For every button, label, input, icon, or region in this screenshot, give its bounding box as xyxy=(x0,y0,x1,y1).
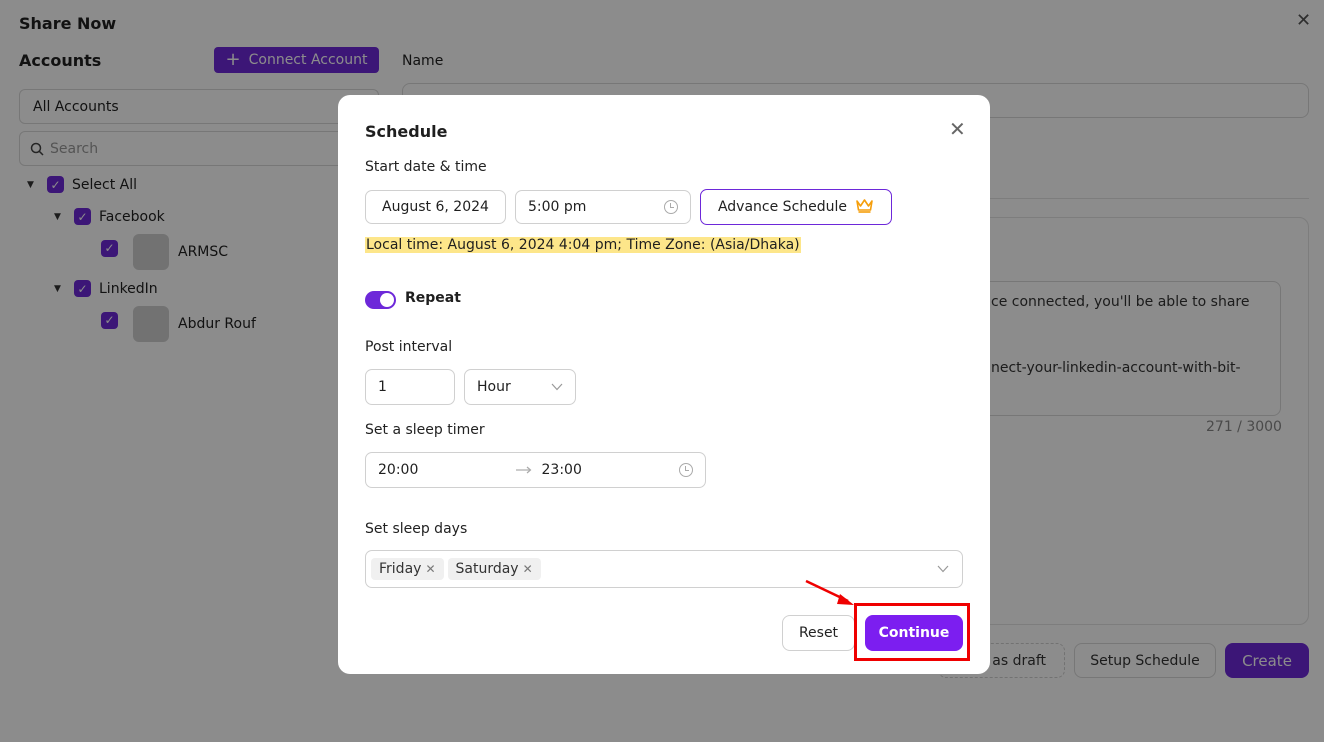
post-interval-label: Post interval xyxy=(365,339,453,355)
clock-icon xyxy=(664,200,678,214)
day-tag-label: Saturday xyxy=(455,561,519,577)
sleep-days-select[interactable]: Friday ✕ Saturday ✕ xyxy=(365,550,963,588)
chevron-down-icon xyxy=(551,380,563,394)
clock-icon xyxy=(679,463,693,477)
sleep-end[interactable]: 23:00 xyxy=(542,462,582,478)
crown-icon xyxy=(855,197,874,217)
red-arrow-icon xyxy=(805,579,854,605)
time-value: 5:00 pm xyxy=(528,199,587,215)
advance-schedule-label: Advance Schedule xyxy=(717,199,848,215)
interval-unit-value: Hour xyxy=(477,379,511,395)
sleep-days-label: Set sleep days xyxy=(365,521,468,537)
sleep-start[interactable]: 20:00 xyxy=(378,462,418,478)
advance-schedule-button[interactable]: Advance Schedule xyxy=(700,189,892,225)
sleep-timer-label: Set a sleep timer xyxy=(365,422,485,438)
modal-title: Schedule xyxy=(365,122,448,141)
date-value: August 6, 2024 xyxy=(382,199,489,215)
start-date-label: Start date & time xyxy=(365,159,487,175)
remove-tag-icon[interactable]: ✕ xyxy=(523,562,533,576)
schedule-modal: Schedule ✕ Start date & time August 6, 2… xyxy=(338,95,990,674)
local-time-note: Local time: August 6, 2024 4:04 pm; Time… xyxy=(365,237,801,253)
interval-value: 1 xyxy=(378,379,387,395)
arrow-right-icon xyxy=(515,462,532,478)
time-picker[interactable]: 5:00 pm xyxy=(515,190,691,224)
repeat-toggle[interactable] xyxy=(365,291,396,309)
day-tag-label: Friday xyxy=(379,561,422,577)
close-icon[interactable]: ✕ xyxy=(949,117,966,141)
date-picker[interactable]: August 6, 2024 xyxy=(365,190,506,224)
chevron-down-icon xyxy=(937,562,949,576)
highlight-box xyxy=(854,603,970,661)
repeat-label: Repeat xyxy=(405,290,461,306)
day-tag: Saturday ✕ xyxy=(447,558,541,580)
day-tag: Friday ✕ xyxy=(371,558,444,580)
sleep-timer-range[interactable]: 20:00 23:00 xyxy=(365,452,706,488)
interval-input[interactable]: 1 xyxy=(365,369,455,405)
remove-tag-icon[interactable]: ✕ xyxy=(425,562,435,576)
interval-unit-select[interactable]: Hour xyxy=(464,369,576,405)
reset-button[interactable]: Reset xyxy=(782,615,855,651)
